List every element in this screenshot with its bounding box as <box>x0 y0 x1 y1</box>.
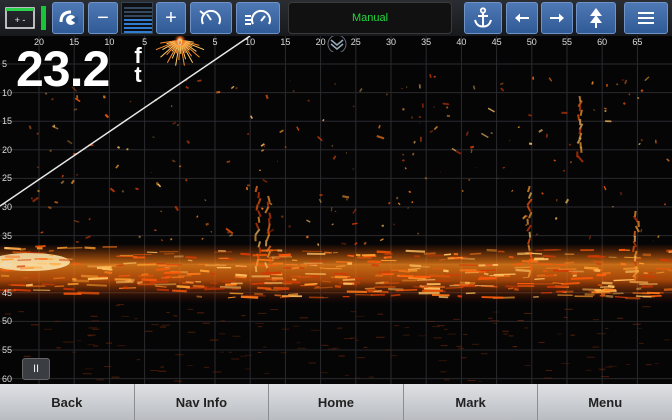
mode-label: Manual <box>351 12 389 24</box>
y-tick-label: 40 <box>2 259 13 270</box>
sonar-view-button[interactable] <box>52 2 84 34</box>
menu-button[interactable] <box>624 2 668 34</box>
anchor-button[interactable] <box>464 2 502 34</box>
range-gauge-icon <box>198 8 224 28</box>
nav-info-button[interactable]: Nav Info <box>135 384 270 420</box>
y-tick-label: 45 <box>2 287 13 298</box>
arrow-left-icon <box>514 12 530 24</box>
depth-readout: 23.2 <box>16 41 110 97</box>
scroll-right-button[interactable] <box>541 2 573 34</box>
x-tick-label: 25 <box>350 37 361 47</box>
zoom-in-label: + <box>165 6 177 29</box>
scroll-left-button[interactable] <box>506 2 538 34</box>
y-tick-label: 25 <box>2 173 13 184</box>
x-tick-label: 65 <box>632 37 643 47</box>
y-tick-label: 50 <box>2 316 13 327</box>
zoom-out-label: − <box>97 6 109 29</box>
collapse-chevron-icon[interactable] <box>325 36 349 52</box>
hamburger-menu-icon <box>638 11 654 25</box>
x-tick-label: 15 <box>280 37 291 47</box>
scroll-up-button[interactable] <box>576 2 616 34</box>
x-tick-label: 0 <box>177 37 183 47</box>
depth-unit: f t <box>131 45 145 87</box>
sonar-view: 20 15 10 5 0 5 10 15 20 25 30 35 40 45 50 55 60 65 5 10 15 2… <box>0 36 672 384</box>
zoom-out-button[interactable]: − <box>88 2 118 34</box>
sensitivity-button[interactable] <box>236 2 280 34</box>
top-toolbar: + - − + Manual <box>0 0 672 36</box>
sonar-view-icon <box>57 8 79 28</box>
pause-button[interactable]: II <box>22 358 50 380</box>
home-button[interactable]: Home <box>269 384 404 420</box>
x-tick-label: 10 <box>245 37 256 47</box>
zoom-in-button[interactable]: + <box>156 2 186 34</box>
gain-level-indicator <box>121 2 153 34</box>
mark-button[interactable]: Mark <box>404 384 539 420</box>
x-tick-label: 30 <box>385 37 397 47</box>
x-tick-label: 45 <box>491 37 502 47</box>
depth-unit-bottom: t <box>134 62 142 87</box>
y-tick-label: 5 <box>2 59 8 69</box>
x-tick-label: 50 <box>526 37 537 47</box>
y-tick-label: 20 <box>2 144 13 155</box>
pause-icon: II <box>32 363 40 375</box>
x-tick-label: 60 <box>597 37 608 47</box>
svg-text:+ -: + - <box>15 15 26 25</box>
x-tick-label: 55 <box>561 37 573 47</box>
sensitivity-gauge-icon <box>244 8 272 28</box>
y-tick-label: 15 <box>2 116 13 127</box>
sonar-screen: + - − + Manual 20 15 10 5 0 5 10 15 20 2… <box>0 0 672 420</box>
y-tick-label: 60 <box>2 373 13 384</box>
y-tick-label: 55 <box>2 345 13 355</box>
y-tick-label: 30 <box>2 202 13 212</box>
x-tick-label: 40 <box>456 37 467 47</box>
battery-icon: + - <box>4 4 36 32</box>
arrow-up-icon <box>588 7 604 29</box>
x-tick-label: 35 <box>421 37 432 47</box>
y-tick-label: 10 <box>2 87 13 98</box>
mode-button[interactable]: Manual <box>288 2 452 34</box>
menu-softkey-button[interactable]: Menu <box>538 384 672 420</box>
back-button[interactable]: Back <box>0 384 135 420</box>
battery-level-bar <box>41 6 46 30</box>
y-tick-label: 35 <box>2 230 13 241</box>
x-tick-label: 5 <box>212 37 218 47</box>
bottom-softkey-bar: Back Nav Info Home Mark Menu <box>0 384 672 420</box>
range-button[interactable] <box>190 2 232 34</box>
anchor-icon <box>473 7 493 29</box>
arrow-right-icon <box>549 12 565 24</box>
